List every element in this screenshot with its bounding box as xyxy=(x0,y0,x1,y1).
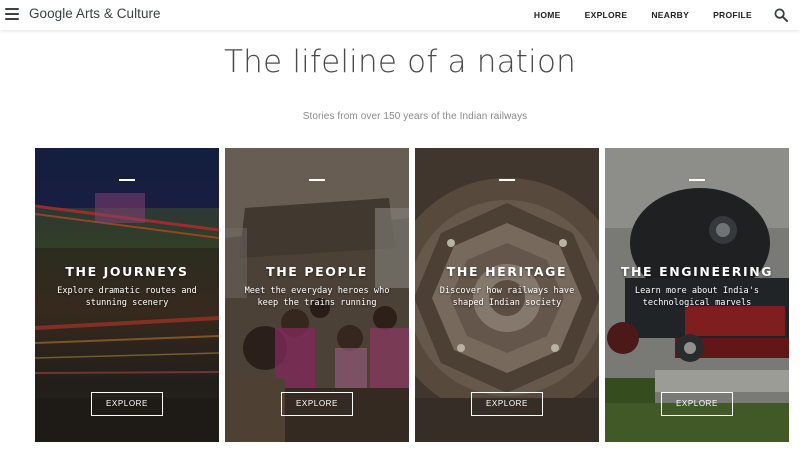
card-title: THE JOURNEYS xyxy=(65,264,189,279)
explore-button[interactable]: EXPLORE xyxy=(281,392,353,416)
hamburger-menu-icon[interactable] xyxy=(5,8,19,20)
top-app-bar: Google Arts & Culture HOME EXPLORE NEARB… xyxy=(0,0,800,30)
nav-nearby[interactable]: NEARBY xyxy=(651,10,689,20)
card-divider xyxy=(499,179,515,181)
card-description: Meet the everyday heroes who keep the tr… xyxy=(244,286,390,308)
card-title: THE HERITAGE xyxy=(446,264,568,279)
card-divider xyxy=(689,179,705,181)
card-title: THE ENGINEERING xyxy=(620,264,774,279)
page-title: The lifeline of a nation xyxy=(224,44,576,80)
search-icon[interactable] xyxy=(774,8,788,22)
card-description: Learn more about India's technological m… xyxy=(634,286,760,308)
nav-explore[interactable]: EXPLORE xyxy=(585,10,628,20)
explore-button[interactable]: EXPLORE xyxy=(661,392,733,416)
explore-button[interactable]: EXPLORE xyxy=(91,392,163,416)
card-description: Discover how railways have shaped Indian… xyxy=(439,286,575,308)
main-nav: HOME EXPLORE NEARBY PROFILE xyxy=(534,0,788,30)
card-divider xyxy=(309,179,325,181)
page-subtitle: Stories from over 150 years of the India… xyxy=(302,111,528,122)
card-journeys[interactable]: THE JOURNEYS Explore dramatic routes and… xyxy=(35,148,219,442)
card-engineering[interactable]: THE ENGINEERING Learn more about India's… xyxy=(605,148,789,442)
site-logo[interactable]: Google Arts & Culture xyxy=(29,6,161,21)
card-title: THE PEOPLE xyxy=(266,264,368,279)
card-divider xyxy=(119,179,135,181)
story-cards: THE JOURNEYS Explore dramatic routes and… xyxy=(35,148,790,442)
explore-button[interactable]: EXPLORE xyxy=(471,392,543,416)
card-description: Explore dramatic routes and stunning sce… xyxy=(57,286,197,308)
card-people[interactable]: THE PEOPLE Meet the everyday heroes who … xyxy=(225,148,409,442)
nav-profile[interactable]: PROFILE xyxy=(713,10,752,20)
nav-home[interactable]: HOME xyxy=(534,10,561,20)
card-heritage[interactable]: THE HERITAGE Discover how railways have … xyxy=(415,148,599,442)
